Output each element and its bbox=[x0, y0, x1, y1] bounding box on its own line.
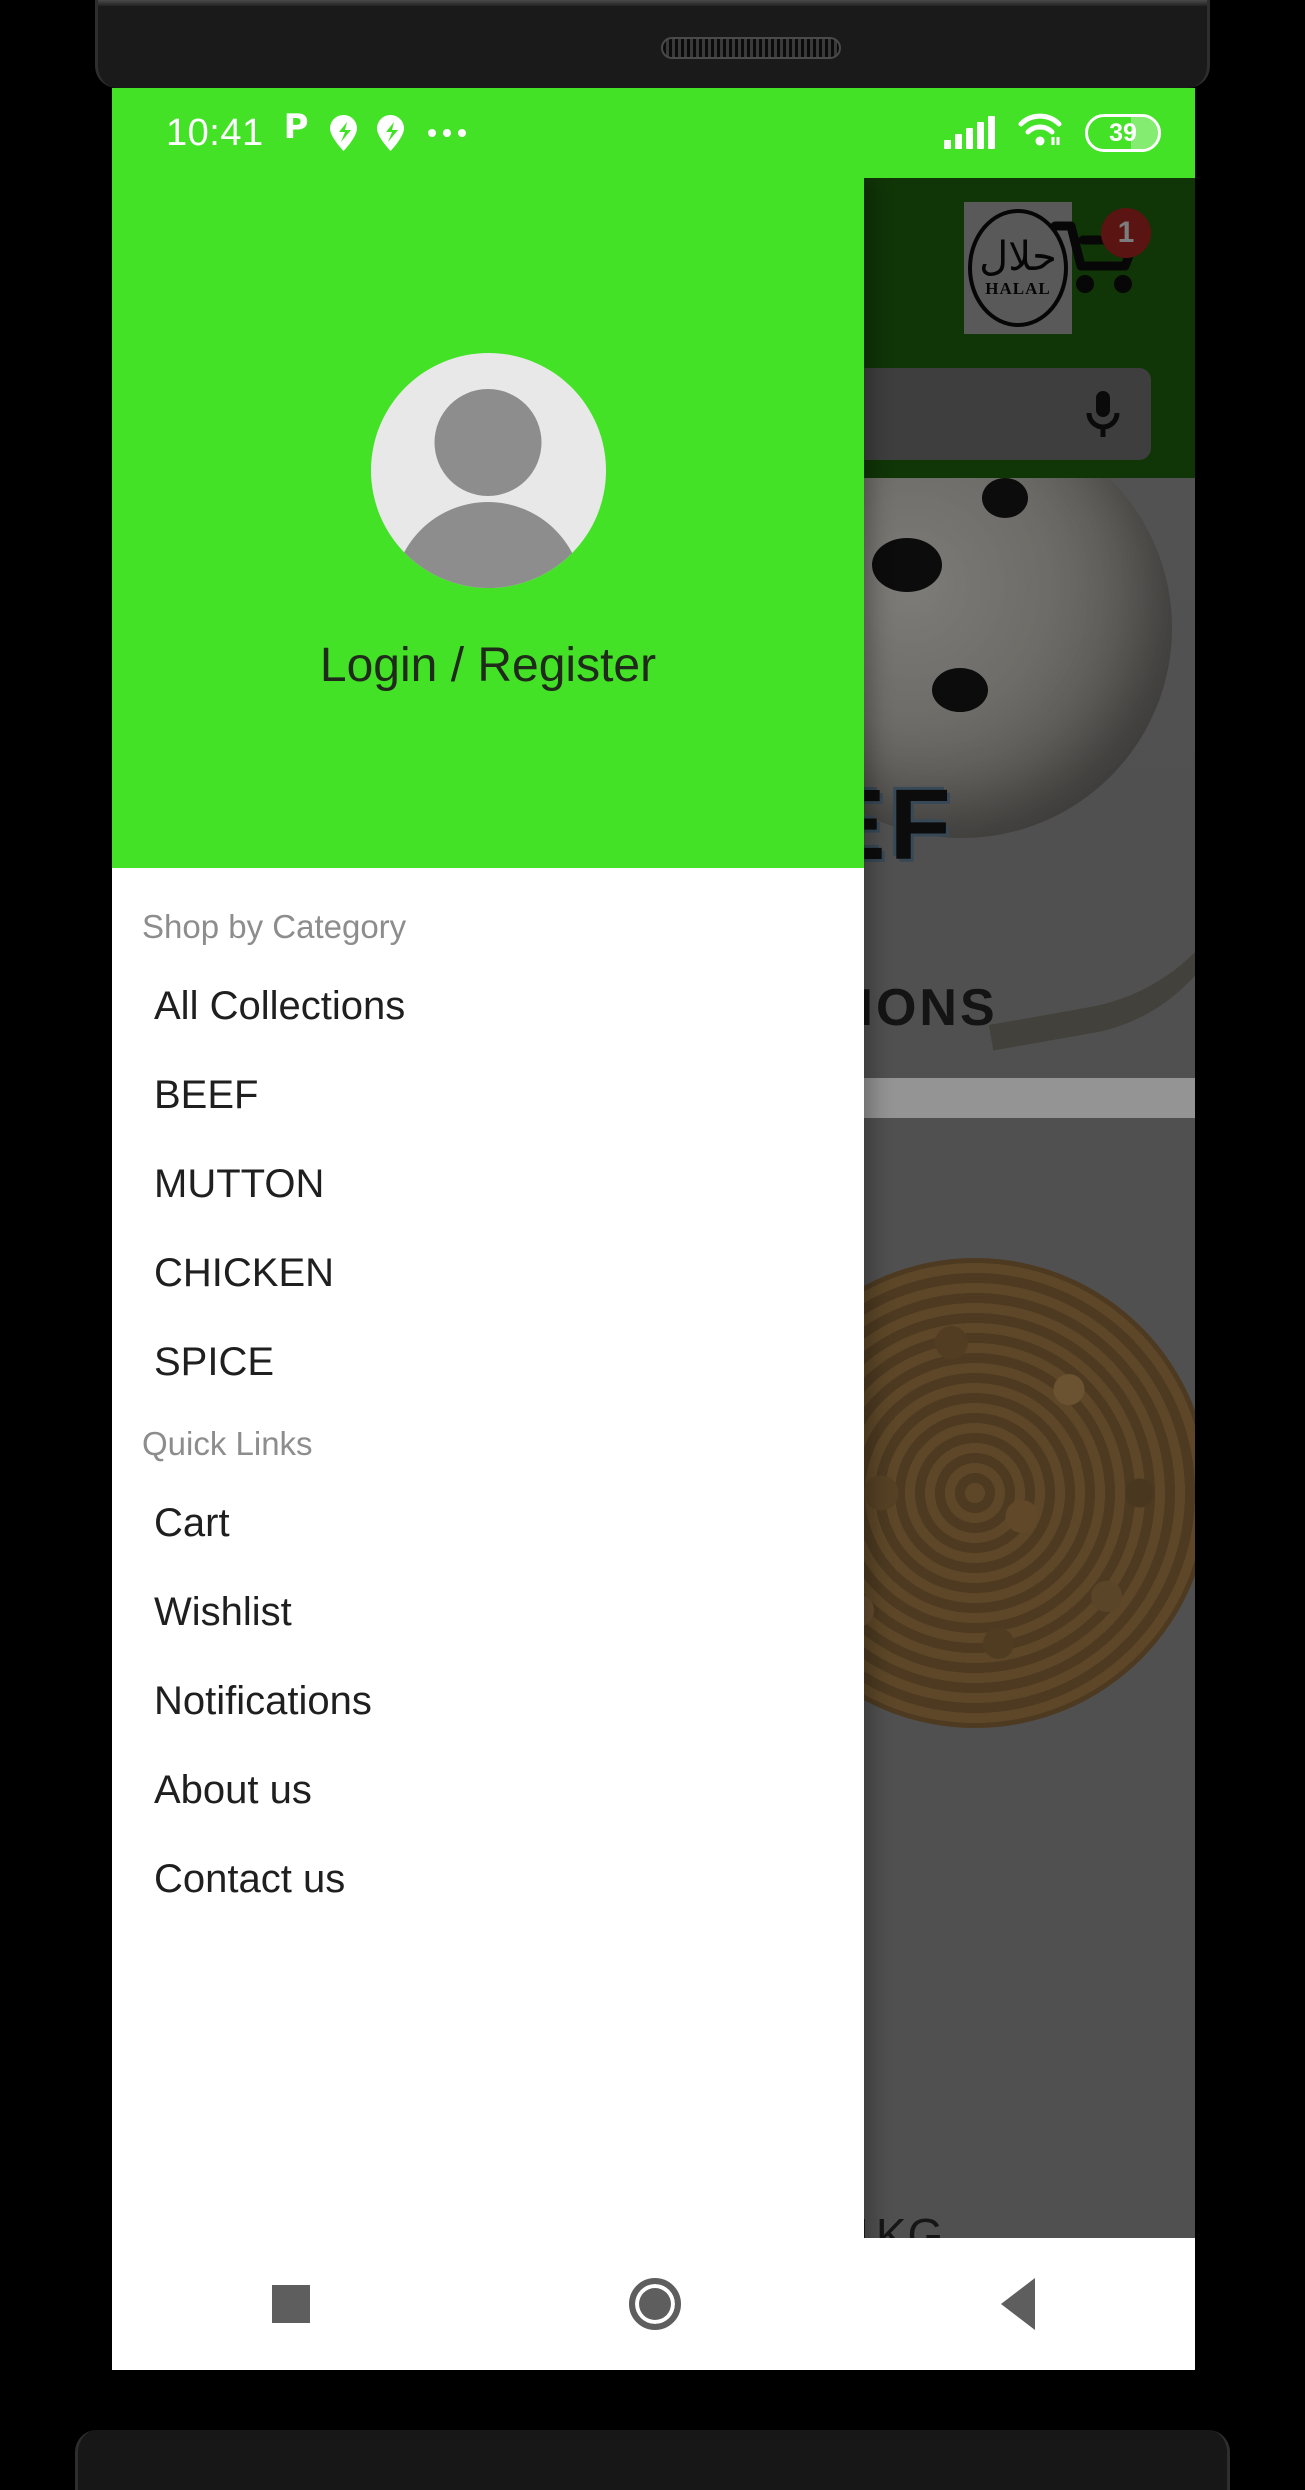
status-bar-left: 10:41 bbox=[166, 110, 466, 155]
location-pin-icon bbox=[376, 115, 404, 151]
p-app-icon bbox=[284, 110, 310, 150]
user-avatar-icon[interactable] bbox=[370, 353, 606, 588]
device-bezel-bottom bbox=[75, 2430, 1230, 2490]
android-nav-bar bbox=[112, 2238, 1195, 2370]
device-frame: حلال HALAL 1 1KG Login / Register Shop b… bbox=[0, 0, 1305, 2490]
triangle-back-icon[interactable] bbox=[1001, 2278, 1036, 2330]
sidebar-item-all-collections[interactable]: All Collections bbox=[112, 962, 864, 1051]
sidebar-item-about-us[interactable]: About us bbox=[112, 1746, 864, 1835]
sidebar-item-wishlist[interactable]: Wishlist bbox=[112, 1568, 864, 1657]
navigation-drawer: Login / Register Shop by Category All Co… bbox=[112, 178, 864, 2370]
section-title-shop-by-category: Shop by Category bbox=[142, 908, 407, 945]
sidebar-item-cart[interactable]: Cart bbox=[112, 1479, 864, 1568]
more-dots-icon bbox=[427, 129, 466, 137]
drawer-header: Login / Register bbox=[112, 178, 864, 868]
sidebar-item-mutton[interactable]: MUTTON bbox=[112, 1140, 864, 1229]
location-pin-icon bbox=[329, 115, 357, 151]
signal-icon bbox=[944, 116, 995, 149]
battery-level-text: 39 bbox=[1109, 118, 1137, 147]
sidebar-item-chicken[interactable]: CHICKEN bbox=[112, 1229, 864, 1318]
device-bezel-top bbox=[95, 0, 1210, 88]
status-bar-clock: 10:41 bbox=[166, 111, 264, 154]
login-register-button[interactable]: Login / Register bbox=[320, 638, 656, 693]
speaker-grille bbox=[661, 37, 841, 59]
drawer-menu: Shop by Category All Collections BEEF MU… bbox=[112, 868, 864, 2370]
status-bar: 10:41 P 39 bbox=[112, 88, 1195, 178]
sidebar-item-notifications[interactable]: Notifications bbox=[112, 1657, 864, 1746]
battery-icon: 39 bbox=[1085, 114, 1161, 152]
circle-home-icon[interactable] bbox=[629, 2278, 682, 2330]
section-title-quick-links: Quick Links bbox=[142, 1425, 313, 1462]
sidebar-item-spice[interactable]: SPICE bbox=[112, 1318, 864, 1407]
sidebar-item-beef[interactable]: BEEF bbox=[112, 1051, 864, 1140]
wifi-icon bbox=[1017, 113, 1063, 154]
status-bar-right: 39 bbox=[944, 113, 1161, 154]
phone-screen: حلال HALAL 1 1KG Login / Register Shop b… bbox=[112, 88, 1195, 2370]
sidebar-item-contact-us[interactable]: Contact us bbox=[112, 1835, 864, 1924]
square-recents-icon[interactable] bbox=[271, 2285, 310, 2323]
